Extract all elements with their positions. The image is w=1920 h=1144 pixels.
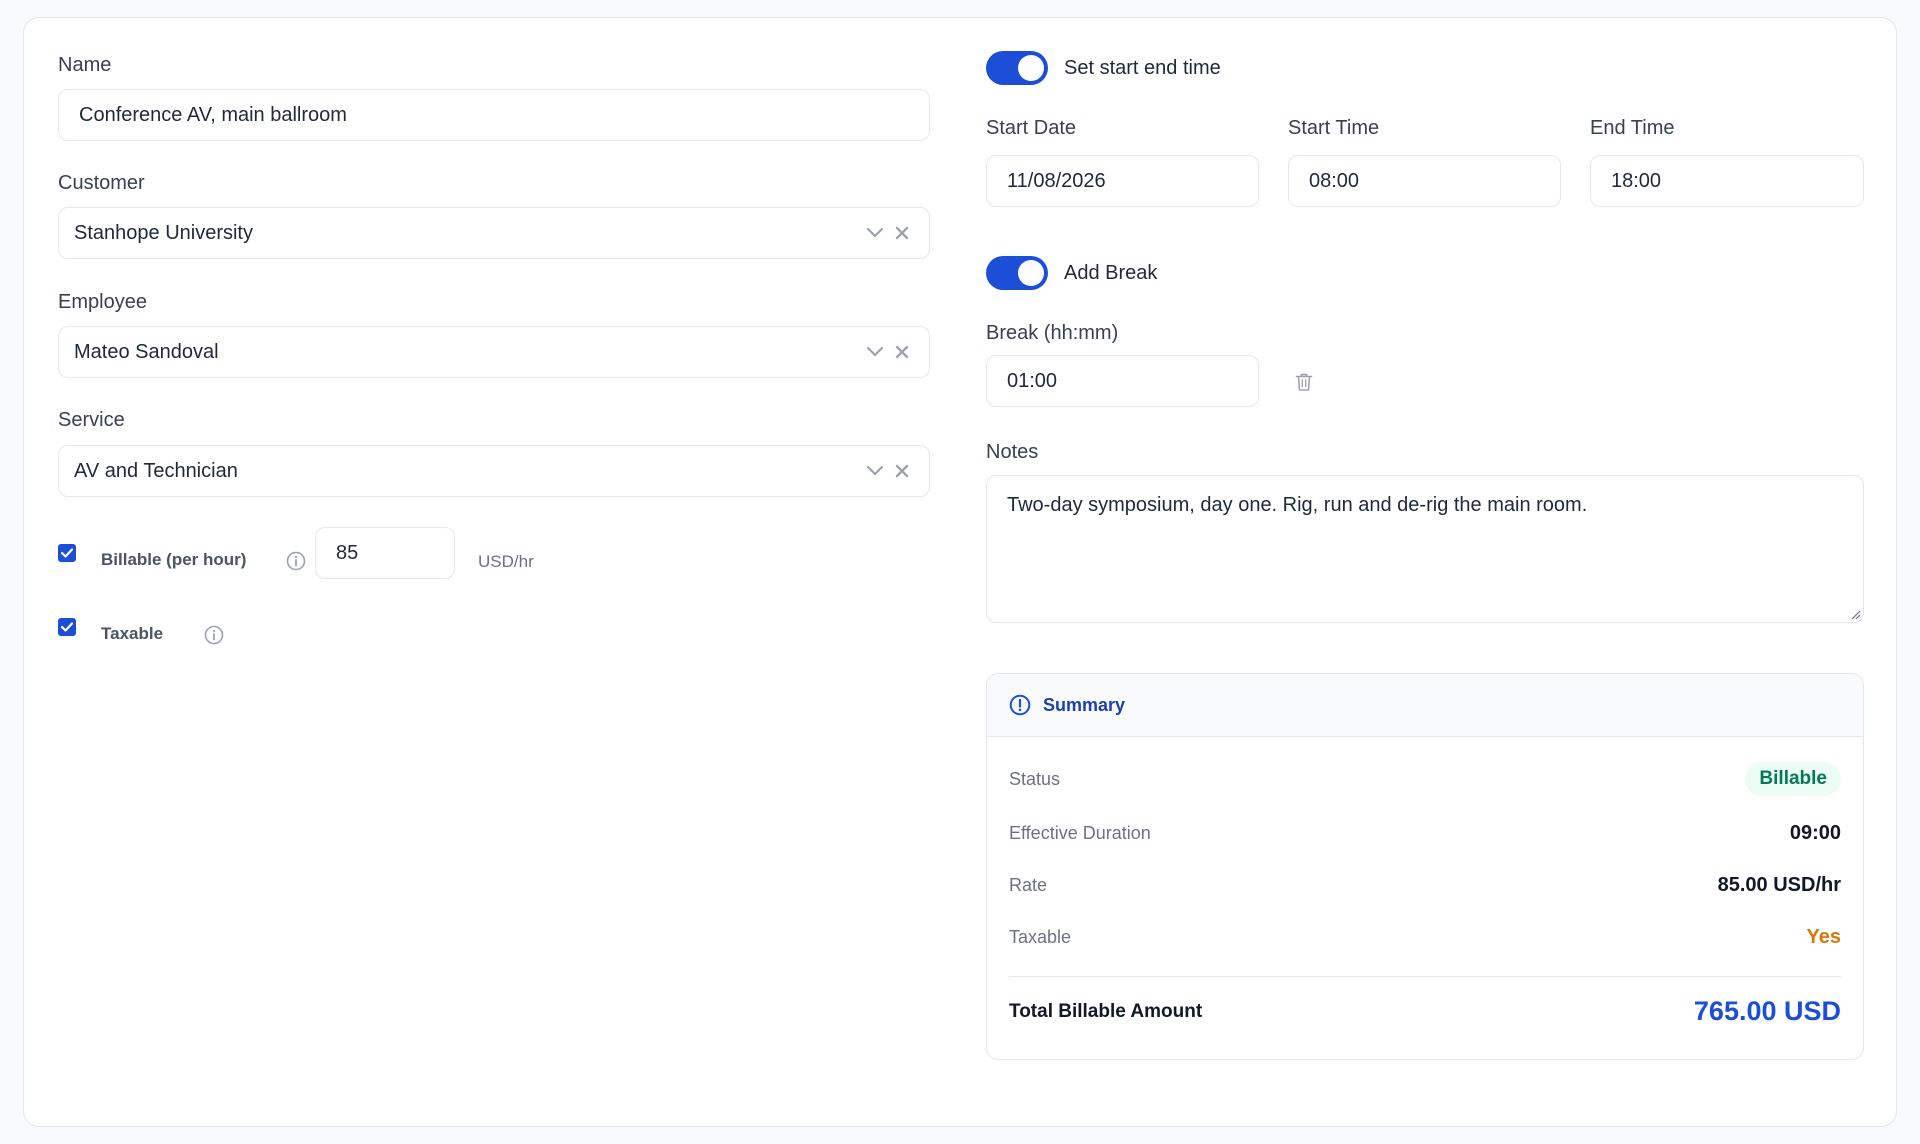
rate-label: Rate: [1009, 875, 1048, 895]
summary-row-total: Total Billable Amount 765.00 USD: [1009, 996, 1841, 1027]
clear-icon[interactable]: [895, 226, 909, 240]
alert-circle-icon: [1009, 694, 1031, 716]
start-date-label: Start Date: [986, 117, 1077, 139]
info-icon[interactable]: [286, 551, 306, 571]
summary-row-duration: Effective Duration 09:00: [1009, 822, 1841, 845]
taxable-checkbox[interactable]: [58, 618, 76, 636]
rate-unit: USD/hr: [478, 552, 534, 571]
employee-select[interactable]: Mateo Sandoval: [58, 326, 930, 378]
summary-row-status: Status Billable: [1009, 762, 1841, 796]
start-time-value: 08:00: [1309, 169, 1360, 192]
service-label: Service: [58, 409, 125, 431]
name-value: Conference AV, main ballroom: [79, 103, 347, 126]
start-time-label: Start Time: [1288, 117, 1380, 139]
time-entry-card: Name Conference AV, main ballroom Custom…: [23, 17, 1897, 1127]
chevron-down-icon[interactable]: [867, 347, 883, 357]
status-label: Status: [1009, 768, 1061, 789]
info-icon[interactable]: [204, 625, 224, 645]
summary-panel: Summary Status Billable Effective Durati…: [986, 673, 1864, 1060]
service-select[interactable]: AV and Technician: [58, 445, 930, 497]
end-time-value: 18:00: [1611, 169, 1662, 192]
rate-summary-value: 85.00 USD/hr: [1717, 874, 1841, 896]
taxable-summary-label: Taxable: [1009, 927, 1072, 947]
toggle-knob: [1018, 55, 1044, 81]
summary-row-rate: Rate 85.00 USD/hr: [1009, 874, 1841, 897]
billable-label: Billable (per hour): [101, 550, 247, 569]
notes-textarea[interactable]: Two-day symposium, day one. Rig, run and…: [986, 475, 1864, 623]
clear-icon[interactable]: [895, 345, 909, 359]
add-break-toggle[interactable]: [986, 256, 1048, 290]
rate-input[interactable]: 85: [315, 527, 455, 579]
start-time-input[interactable]: 08:00: [1288, 155, 1561, 207]
start-date-input[interactable]: 11/08/2026: [986, 155, 1259, 207]
name-input[interactable]: Conference AV, main ballroom: [58, 89, 930, 141]
total-label: Total Billable Amount: [1009, 1000, 1203, 1022]
name-label: Name: [58, 54, 112, 76]
status-badge: Billable: [1745, 762, 1841, 796]
resize-grip-icon[interactable]: [1849, 608, 1861, 620]
check-icon: [61, 548, 73, 558]
rate-value: 85: [336, 541, 359, 564]
billable-checkbox[interactable]: [58, 544, 76, 562]
check-icon: [61, 622, 73, 632]
taxable-label: Taxable: [101, 624, 164, 643]
break-label: Break (hh:mm): [986, 322, 1119, 344]
break-value: 01:00: [1007, 369, 1058, 392]
duration-value: 09:00: [1789, 822, 1841, 844]
toggle-knob: [1018, 260, 1044, 286]
chevron-down-icon[interactable]: [867, 466, 883, 476]
service-value: AV and Technician: [74, 459, 238, 482]
start-date-value: 11/08/2026: [1007, 169, 1106, 192]
end-time-label: End Time: [1590, 117, 1675, 139]
customer-value: Stanhope University: [74, 221, 253, 244]
summary-row-taxable: Taxable Yes: [1009, 926, 1841, 949]
notes-value: Two-day symposium, day one. Rig, run and…: [1007, 494, 1588, 516]
chevron-down-icon[interactable]: [867, 228, 883, 238]
summary-title: Summary: [1043, 694, 1126, 715]
employee-label: Employee: [58, 291, 147, 313]
add-break-toggle-label: Add Break: [1064, 262, 1158, 284]
break-input[interactable]: 01:00: [986, 355, 1259, 407]
start-end-toggle-label: Set start end time: [1064, 57, 1221, 79]
notes-label: Notes: [986, 441, 1039, 463]
clear-icon[interactable]: [895, 464, 909, 478]
duration-label: Effective Duration: [1009, 823, 1151, 843]
total-value: 765.00 USD: [1693, 996, 1841, 1026]
start-end-toggle[interactable]: [986, 51, 1048, 85]
summary-header: Summary: [987, 674, 1863, 737]
customer-select[interactable]: Stanhope University: [58, 207, 930, 259]
employee-value: Mateo Sandoval: [74, 340, 219, 363]
taxable-summary-value: Yes: [1806, 926, 1841, 948]
customer-label: Customer: [58, 172, 145, 194]
trash-icon[interactable]: [1295, 372, 1313, 392]
summary-divider: [1009, 976, 1841, 977]
end-time-input[interactable]: 18:00: [1590, 155, 1864, 207]
